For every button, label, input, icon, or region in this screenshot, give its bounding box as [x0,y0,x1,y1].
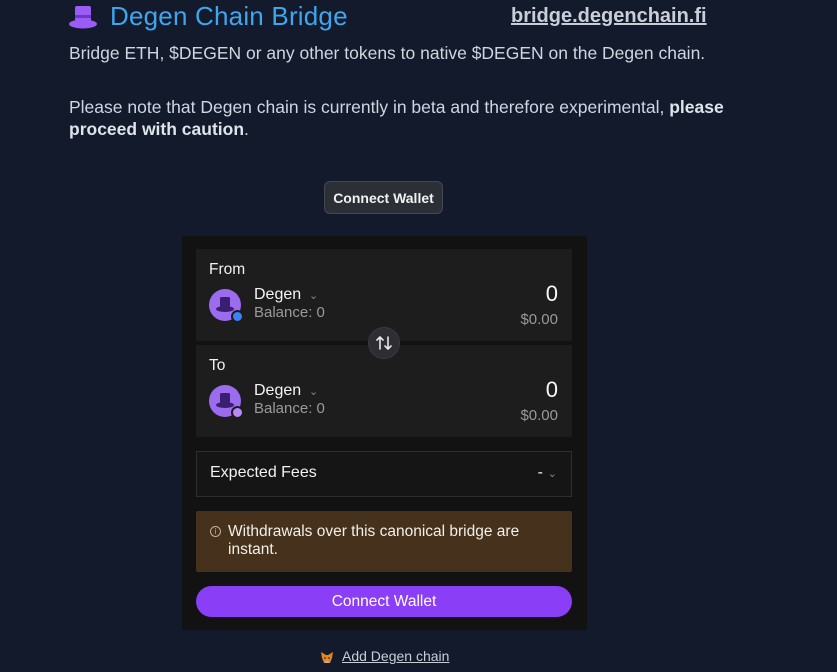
add-degen-chain-link[interactable]: Add Degen chain [342,648,449,664]
page: Degen Chain Bridge bridge.degenchain.fi … [0,0,837,672]
from-token-name[interactable]: Degen [254,286,301,304]
intro-text: Bridge ETH, $DEGEN or any other tokens t… [69,43,706,63]
swap-arrows-icon [376,336,392,350]
metamask-fox-icon [320,651,334,664]
top-hat-icon [68,4,98,30]
to-amount: 0 [545,377,558,402]
bridge-connect-wallet-button[interactable]: Connect Wallet [196,586,572,617]
from-balance: Balance: 0 [254,304,325,321]
to-label: To [209,357,226,374]
page-title: Degen Chain Bridge [110,1,348,31]
chevron-down-icon[interactable]: ⌄ [309,385,318,398]
expected-fees-row[interactable]: Expected Fees - ⌄ [196,451,572,497]
beta-note-text: Please note that Degen chain is currentl… [69,97,670,117]
beta-note-end: . [244,119,249,139]
fees-label: Expected Fees [210,464,317,481]
swap-direction-button[interactable] [368,327,400,359]
to-balance: Balance: 0 [254,400,325,417]
to-usd-value: $0.00 [520,407,558,424]
degen-token-icon[interactable] [209,289,244,323]
connect-wallet-button[interactable]: Connect Wallet [324,181,443,214]
from-amount-input[interactable]: 0 [546,281,558,307]
site-link[interactable]: bridge.degenchain.fi [511,3,707,29]
to-token-name[interactable]: Degen [254,382,301,400]
chevron-down-icon[interactable]: ⌄ [309,289,318,302]
degen-badge-icon [231,406,244,419]
fees-value: - [537,464,543,481]
info-icon: i [210,526,221,537]
notice-text: Withdrawals over this canonical bridge a… [228,523,520,558]
bridge-widget: From Degen ⌄ Balance: 0 0 $0.00 To Degen… [182,236,587,630]
beta-note: Please note that Degen chain is currentl… [69,96,749,140]
from-usd-value: $0.00 [520,311,558,328]
ethereum-badge-icon [231,310,244,323]
degen-token-icon[interactable] [209,385,244,419]
from-label: From [209,261,246,278]
chevron-down-icon[interactable]: ⌄ [548,467,557,480]
withdrawal-notice: i Withdrawals over this canonical bridge… [196,511,572,572]
